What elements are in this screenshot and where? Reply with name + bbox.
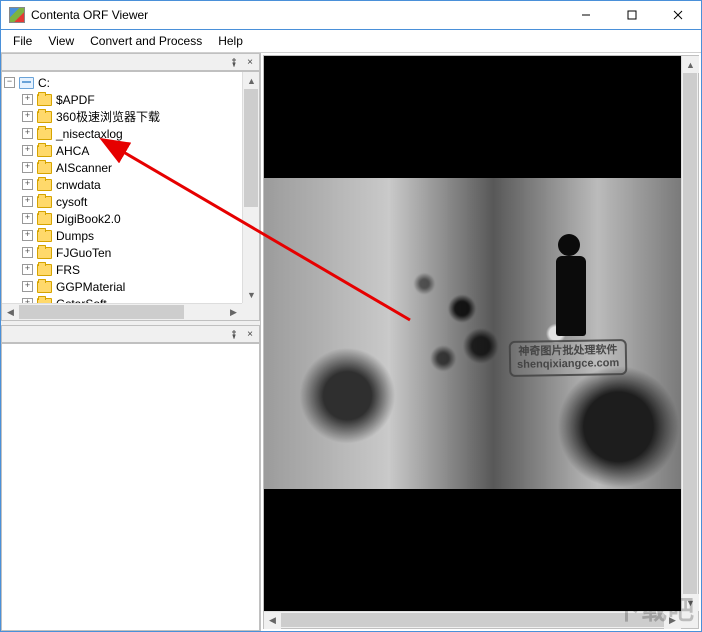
folder-icon	[37, 230, 52, 242]
image-viewer-panel: 神奇图片批处理软件 shenqixiangce.com ▲ ▼ ◀ ▶ 下载吧	[261, 53, 701, 631]
tree-label: AIScanner	[56, 161, 112, 175]
tree-folder[interactable]: +GstarSoft	[2, 295, 242, 303]
expand-icon[interactable]: +	[22, 230, 33, 241]
watermark-stamp: 神奇图片批处理软件 shenqixiangce.com	[508, 339, 627, 377]
expand-icon[interactable]: +	[22, 213, 33, 224]
folder-icon	[37, 162, 52, 174]
main-area: × − C: + $APDF +360极速浏览器下载 + _nisectaxlog …	[0, 53, 702, 632]
scroll-up-icon[interactable]: ▲	[243, 72, 260, 89]
folder-icon	[37, 264, 52, 276]
tree-label: Dumps	[56, 229, 94, 243]
expand-icon[interactable]: +	[22, 145, 33, 156]
menu-convert-and-process[interactable]: Convert and Process	[82, 32, 210, 50]
expand-icon[interactable]: +	[22, 111, 33, 122]
folder-icon	[37, 94, 52, 106]
scroll-thumb[interactable]	[19, 305, 184, 319]
tree-folder[interactable]: + AHCA	[2, 142, 242, 159]
tree-folder[interactable]: + cysoft	[2, 193, 242, 210]
folder-icon	[37, 213, 52, 225]
pin-icon[interactable]	[227, 55, 241, 69]
thumbnail-panel: ×	[1, 321, 260, 631]
tree-folder[interactable]: + AIScanner	[2, 159, 242, 176]
folder-icon	[37, 196, 52, 208]
collapse-icon[interactable]: −	[4, 77, 15, 88]
scroll-left-icon[interactable]: ◀	[264, 612, 281, 629]
menu-bar: File View Convert and Process Help	[0, 30, 702, 52]
expand-icon[interactable]: +	[22, 264, 33, 275]
window-title: Contenta ORF Viewer	[31, 8, 563, 22]
tree-label: GGPMaterial	[56, 280, 125, 294]
folder-tree-panel: × − C: + $APDF +360极速浏览器下载 + _nisectaxlog …	[1, 53, 260, 321]
tree-label: FRS	[56, 263, 80, 277]
scroll-thumb[interactable]	[281, 613, 664, 627]
scroll-thumb[interactable]	[244, 89, 258, 207]
image-canvas[interactable]: 神奇图片批处理软件 shenqixiangce.com	[264, 56, 681, 611]
tree-folder[interactable]: + $APDF	[2, 91, 242, 108]
watermark-line2: shenqixiangce.com	[517, 357, 619, 372]
tree-label: cnwdata	[56, 178, 101, 192]
tree-label: $APDF	[56, 93, 95, 107]
tree-folder[interactable]: + Dumps	[2, 227, 242, 244]
tree-label: _nisectaxlog	[56, 127, 123, 141]
tree-label: DigiBook2.0	[56, 212, 121, 226]
tree-folder[interactable]: + _nisectaxlog	[2, 125, 242, 142]
folder-icon	[37, 145, 52, 157]
scroll-right-icon[interactable]: ▶	[225, 304, 242, 321]
tree-folder[interactable]: + FRS	[2, 261, 242, 278]
tree-label: 360极速浏览器下载	[56, 108, 160, 125]
expand-icon[interactable]: +	[22, 94, 33, 105]
folder-tree[interactable]: − C: + $APDF +360极速浏览器下载 + _nisectaxlog + A…	[1, 71, 260, 321]
viewer-vertical-scrollbar[interactable]: ▲ ▼	[681, 56, 698, 611]
tree-folder[interactable]: + DigiBook2.0	[2, 210, 242, 227]
tree-label: FJGuoTen	[56, 246, 111, 260]
title-bar: Contenta ORF Viewer	[0, 0, 702, 30]
corner-watermark: 下载吧	[614, 590, 695, 627]
panel-close-icon[interactable]: ×	[243, 327, 257, 341]
panel-close-icon[interactable]: ×	[243, 55, 257, 69]
tree-folder[interactable]: +360极速浏览器下载	[2, 108, 242, 125]
preview-image: 神奇图片批处理软件 shenqixiangce.com	[264, 178, 681, 489]
thumbnail-area[interactable]	[1, 343, 260, 631]
minimize-button[interactable]	[563, 1, 609, 29]
tree-panel-header: ×	[1, 53, 260, 71]
menu-help[interactable]: Help	[210, 32, 251, 50]
maximize-button[interactable]	[609, 1, 655, 29]
folder-icon	[37, 247, 52, 259]
drive-icon	[19, 77, 34, 89]
folder-icon	[37, 111, 52, 123]
expand-icon[interactable]: +	[22, 128, 33, 139]
tree-label: AHCA	[56, 144, 89, 158]
expand-icon[interactable]: +	[22, 247, 33, 258]
image-viewer: 神奇图片批处理软件 shenqixiangce.com ▲ ▼ ◀ ▶	[263, 55, 699, 629]
window-controls	[563, 1, 701, 29]
folder-icon	[37, 179, 52, 191]
menu-view[interactable]: View	[40, 32, 82, 50]
expand-icon[interactable]: +	[22, 162, 33, 173]
tree-root-label: C:	[38, 76, 50, 90]
left-column: × − C: + $APDF +360极速浏览器下载 + _nisectaxlog …	[1, 53, 261, 631]
thumbnail-panel-header: ×	[1, 325, 260, 343]
tree-root-drive[interactable]: − C:	[2, 74, 242, 91]
menu-file[interactable]: File	[5, 32, 40, 50]
tree-horizontal-scrollbar[interactable]: ◀ ▶	[2, 303, 242, 320]
expand-icon[interactable]: +	[22, 196, 33, 207]
expand-icon[interactable]: +	[22, 281, 33, 292]
pin-icon[interactable]	[227, 327, 241, 341]
scroll-down-icon[interactable]: ▼	[243, 286, 260, 303]
tree-folder[interactable]: + cnwdata	[2, 176, 242, 193]
folder-icon	[37, 281, 52, 293]
tree-vertical-scrollbar[interactable]: ▲ ▼	[242, 72, 259, 303]
scroll-up-icon[interactable]: ▲	[682, 56, 699, 73]
app-icon	[9, 7, 25, 23]
scroll-thumb[interactable]	[683, 73, 697, 594]
expand-icon[interactable]: +	[22, 179, 33, 190]
tree-folder[interactable]: + GGPMaterial	[2, 278, 242, 295]
folder-icon	[37, 128, 52, 140]
watermark-line1: 神奇图片批处理软件	[516, 344, 618, 359]
close-button[interactable]	[655, 1, 701, 29]
tree-folder[interactable]: + FJGuoTen	[2, 244, 242, 261]
tree-label: cysoft	[56, 195, 87, 209]
scrollbar-corner	[242, 303, 259, 320]
scroll-left-icon[interactable]: ◀	[2, 304, 19, 321]
